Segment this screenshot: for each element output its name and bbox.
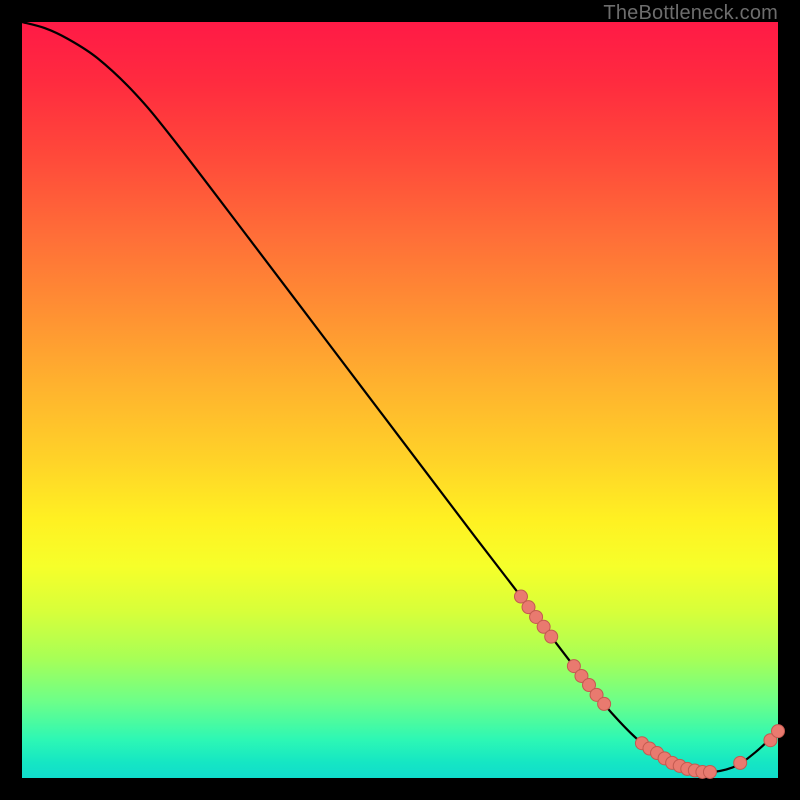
data-marker	[772, 725, 785, 738]
chart-frame: TheBottleneck.com	[0, 0, 800, 800]
data-marker	[545, 630, 558, 643]
chart-svg	[22, 22, 778, 778]
data-marker	[598, 697, 611, 710]
data-marker	[703, 765, 716, 778]
data-markers	[514, 590, 784, 778]
data-marker	[734, 756, 747, 769]
bottleneck-curve	[22, 22, 778, 772]
plot-area	[22, 22, 778, 778]
